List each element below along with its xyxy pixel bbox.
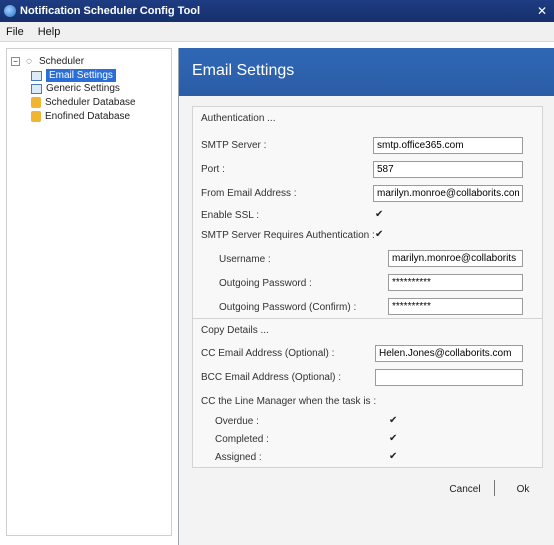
close-icon[interactable]: ✕ (534, 3, 550, 19)
from-email-input[interactable] (373, 185, 523, 202)
tree-item-generic-settings[interactable]: Generic Settings (31, 83, 120, 94)
overdue-checkbox[interactable]: ✔ (389, 416, 399, 426)
tree-item-label: Email Settings (46, 69, 116, 82)
menu-file[interactable]: File (6, 26, 24, 38)
enable-ssl-label: Enable SSL : (201, 210, 260, 221)
navigation-tree: − ◌ Scheduler Email Settings Generic Set… (6, 48, 172, 536)
window-title: Notification Scheduler Config Tool (20, 5, 201, 17)
port-label: Port : (201, 164, 225, 175)
dialog-buttons: Cancel Ok (179, 478, 554, 498)
menu-help[interactable]: Help (38, 26, 61, 38)
completed-checkbox[interactable]: ✔ (389, 434, 399, 444)
tree-item-label: Scheduler Database (45, 97, 136, 108)
authentication-group: Authentication ... SMTP Server : Port : … (192, 106, 543, 346)
window-icon (31, 70, 42, 81)
outgoing-password-label: Outgoing Password : (219, 278, 312, 289)
collapse-icon[interactable]: − (11, 56, 20, 66)
button-separator (494, 480, 495, 496)
from-email-label: From Email Address : (201, 188, 297, 199)
window-icon (31, 83, 42, 94)
smtp-server-label: SMTP Server : (201, 140, 267, 151)
copy-details-group: Copy Details ... CC Email Address (Optio… (192, 318, 543, 468)
tree-item-label: Enofined Database (45, 111, 131, 122)
database-icon (31, 97, 41, 108)
bcc-email-label: BCC Email Address (Optional) : (201, 372, 342, 383)
tree-item-email-settings[interactable]: Email Settings (31, 69, 116, 82)
enable-ssl-checkbox[interactable]: ✔ (375, 210, 385, 220)
outgoing-password-input[interactable] (388, 274, 523, 291)
tree-root-scheduler[interactable]: − ◌ Scheduler (11, 55, 84, 67)
banner: Email Settings (179, 48, 554, 96)
tree-item-enofined-database[interactable]: Enofined Database (31, 111, 130, 122)
line-manager-label: CC the Line Manager when the task is : (201, 396, 377, 407)
authentication-group-title: Authentication ... (201, 113, 276, 124)
completed-label: Completed : (215, 434, 269, 445)
app-icon (4, 5, 16, 17)
overdue-label: Overdue : (215, 416, 259, 427)
outgoing-password-confirm-label: Outgoing Password (Confirm) : (219, 302, 357, 313)
assigned-label: Assigned : (215, 452, 262, 463)
copy-details-group-title: Copy Details ... (201, 325, 269, 336)
title-bar: Notification Scheduler Config Tool ✕ (0, 0, 554, 22)
cancel-button[interactable]: Cancel (443, 478, 487, 500)
smtp-server-input[interactable] (373, 137, 523, 154)
settings-panel: Email Settings Authentication ... SMTP S… (178, 48, 554, 545)
cc-email-label: CC Email Address (Optional) : (201, 348, 335, 359)
page-title: Email Settings (192, 62, 295, 79)
smtp-requires-auth-checkbox[interactable]: ✔ (375, 230, 385, 240)
port-input[interactable] (373, 161, 523, 178)
ok-button[interactable]: Ok (501, 478, 545, 500)
tree-item-scheduler-database[interactable]: Scheduler Database (31, 97, 136, 108)
outgoing-password-confirm-input[interactable] (388, 298, 523, 315)
username-input[interactable] (388, 250, 523, 267)
scheduler-icon: ◌ (26, 55, 32, 67)
assigned-checkbox[interactable]: ✔ (389, 452, 399, 462)
bcc-email-input[interactable] (375, 369, 523, 386)
username-label: Username : (219, 254, 271, 265)
tree-root-label: Scheduler (39, 55, 85, 67)
cc-email-input[interactable] (375, 345, 523, 362)
database-icon (31, 111, 41, 122)
tree-item-label: Generic Settings (46, 83, 120, 94)
menu-bar: File Help (0, 22, 554, 42)
smtp-requires-auth-label: SMTP Server Requires Authentication : (201, 230, 375, 241)
